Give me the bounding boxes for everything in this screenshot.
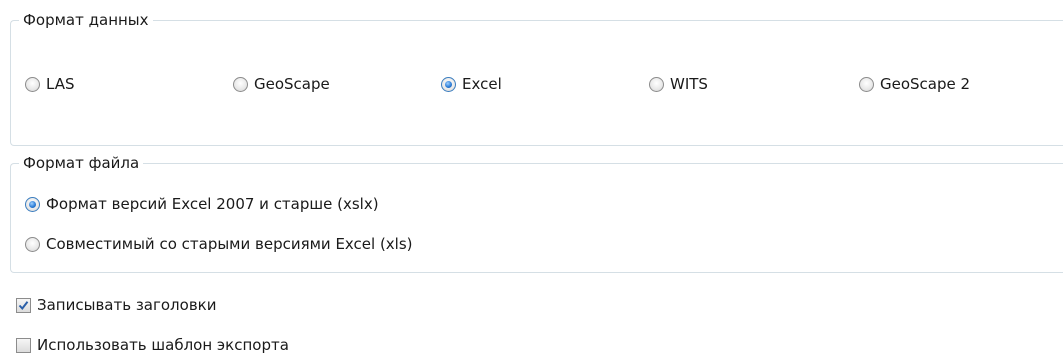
radio-geoscape-label: GeoScape xyxy=(254,75,330,93)
use-export-template-check-box[interactable] xyxy=(16,337,31,353)
radio-xlsx-indicator[interactable] xyxy=(25,196,40,212)
data-format-title: Формат данных xyxy=(19,10,153,30)
radio-las[interactable]: LAS xyxy=(25,75,74,93)
radio-excel[interactable]: Excel xyxy=(441,75,502,93)
write-headers-check-box[interactable] xyxy=(16,297,31,313)
radio-selected-dot-icon xyxy=(445,80,452,88)
checkmark-icon xyxy=(18,300,29,310)
write-headers-label: Записывать заголовки xyxy=(37,296,217,314)
radio-geoscape2-indicator[interactable] xyxy=(859,76,874,92)
file-format-group: Формат файла Формат версий Excel 2007 и … xyxy=(10,153,1063,273)
radio-las-indicator[interactable] xyxy=(25,76,40,92)
use-export-template-checkbox[interactable]: Использовать шаблон экспорта xyxy=(16,336,289,354)
radio-geoscape-indicator[interactable] xyxy=(233,76,248,92)
file-format-title: Формат файла xyxy=(19,153,144,173)
use-export-template-label: Использовать шаблон экспорта xyxy=(37,336,289,354)
radio-xlsx-label: Формат версий Excel 2007 и старше (xslx) xyxy=(46,195,379,213)
radio-xls-indicator[interactable] xyxy=(25,236,40,252)
radio-wits-indicator[interactable] xyxy=(649,76,664,92)
radio-geoscape2[interactable]: GeoScape 2 xyxy=(859,75,970,93)
data-format-group: Формат данных LAS GeoScape Excel WITS Ge… xyxy=(10,10,1063,146)
radio-xls-label: Совместимый со старыми версиями Excel (x… xyxy=(46,235,413,253)
radio-wits-label: WITS xyxy=(670,75,708,93)
radio-geoscape2-label: GeoScape 2 xyxy=(880,75,971,93)
radio-las-label: LAS xyxy=(46,75,75,93)
radio-geoscape[interactable]: GeoScape xyxy=(233,75,330,93)
write-headers-checkbox[interactable]: Записывать заголовки xyxy=(16,296,216,314)
radio-excel-indicator[interactable] xyxy=(441,76,456,92)
radio-selected-dot-icon xyxy=(29,200,36,208)
radio-wits[interactable]: WITS xyxy=(649,75,708,93)
radio-xls[interactable]: Совместимый со старыми версиями Excel (x… xyxy=(25,235,413,253)
radio-excel-label: Excel xyxy=(462,75,502,93)
radio-xlsx[interactable]: Формат версий Excel 2007 и старше (xslx) xyxy=(25,195,379,213)
